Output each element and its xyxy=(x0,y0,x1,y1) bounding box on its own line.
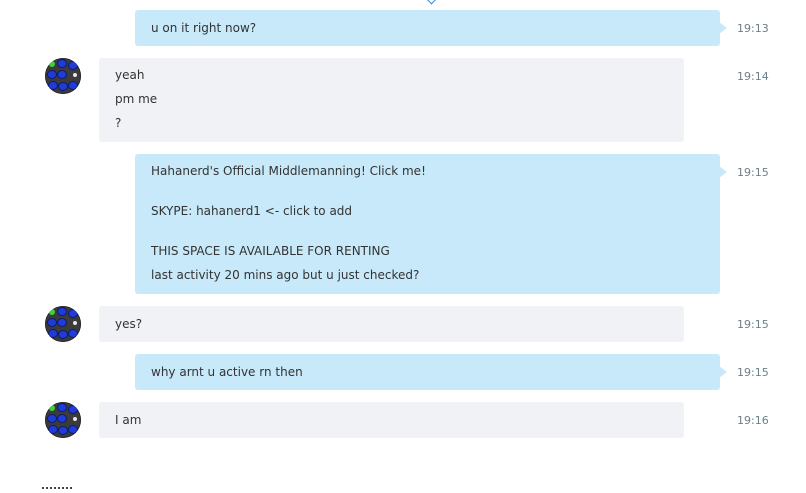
avatar-blue-dot xyxy=(48,71,56,78)
avatar-blue-dot xyxy=(69,406,77,413)
avatar-blue-dot xyxy=(59,331,67,338)
line-spacer xyxy=(151,183,704,199)
line-spacer xyxy=(151,223,704,239)
avatar-blue-dot xyxy=(58,60,66,67)
message-bubble-outgoing[interactable]: Hahanerd's Official Middlemanning! Click… xyxy=(135,154,727,294)
contact-avatar-icon[interactable] xyxy=(45,306,81,342)
message-text: last activity 20 mins ago but u just che… xyxy=(151,268,420,282)
avatar-blue-dot xyxy=(48,319,56,326)
avatar-blue-dot xyxy=(49,330,57,337)
avatar-blue-dot xyxy=(58,415,66,422)
message-text: THIS SPACE IS AVAILABLE FOR RENTING xyxy=(151,244,390,258)
avatar-blue-dot xyxy=(49,426,57,433)
avatar-blue-dot xyxy=(58,71,66,78)
avatar-green-dot xyxy=(49,405,55,411)
avatar-green-dot xyxy=(49,61,55,67)
message-text: SKYPE: hahanerd1 <- click to add xyxy=(151,204,353,218)
message-bubble-incoming[interactable]: yes? xyxy=(99,306,684,342)
avatar-green-dot xyxy=(49,309,55,315)
message-text: Hahanerd's Official Middlemanning! Click… xyxy=(151,164,426,178)
avatar-blue-dot xyxy=(48,415,56,422)
message-bubble-incoming[interactable]: I am xyxy=(99,402,684,438)
message-timestamp: 19:15 xyxy=(737,318,769,331)
message-text: yes? xyxy=(115,317,143,331)
avatar-blue-dot xyxy=(59,427,67,434)
message-text: u on it right now? xyxy=(151,21,257,35)
avatar-blue-dot xyxy=(69,330,77,337)
avatar-white-dot xyxy=(73,321,77,325)
avatar-white-dot xyxy=(73,417,77,421)
message-text: pm me xyxy=(115,92,158,106)
message-timestamp: 19:14 xyxy=(737,70,769,83)
avatar-blue-dot xyxy=(69,310,77,317)
contact-avatar-icon[interactable] xyxy=(45,58,81,94)
scroll-up-indicator xyxy=(426,0,437,5)
avatar-blue-dot xyxy=(49,82,57,89)
avatar-white-dot xyxy=(73,73,77,77)
message-timestamp: 19:15 xyxy=(737,366,769,379)
message-text: yeah xyxy=(115,68,145,82)
avatar-blue-dot xyxy=(58,319,66,326)
avatar-blue-dot xyxy=(69,426,77,433)
avatar-blue-dot xyxy=(58,308,66,315)
message-timestamp: 19:15 xyxy=(737,166,769,179)
message-timestamp: 19:13 xyxy=(737,22,769,35)
message-text: I am xyxy=(115,413,142,427)
message-bubble-incoming[interactable]: yeah pm me ? xyxy=(99,58,684,142)
message-bubble-outgoing[interactable]: why arnt u active rn then xyxy=(135,354,727,390)
message-text: ? xyxy=(115,116,122,130)
avatar-blue-dot xyxy=(69,62,77,69)
avatar-blue-dot xyxy=(69,82,77,89)
message-timestamp: 19:16 xyxy=(737,414,769,427)
message-text: why arnt u active rn then xyxy=(151,365,303,379)
avatar-blue-dot xyxy=(58,404,66,411)
avatar-blue-dot xyxy=(59,83,67,90)
message-bubble-outgoing[interactable]: u on it right now? xyxy=(135,10,727,46)
scroll-down-indicator xyxy=(42,487,72,493)
contact-avatar-icon[interactable] xyxy=(45,402,81,438)
